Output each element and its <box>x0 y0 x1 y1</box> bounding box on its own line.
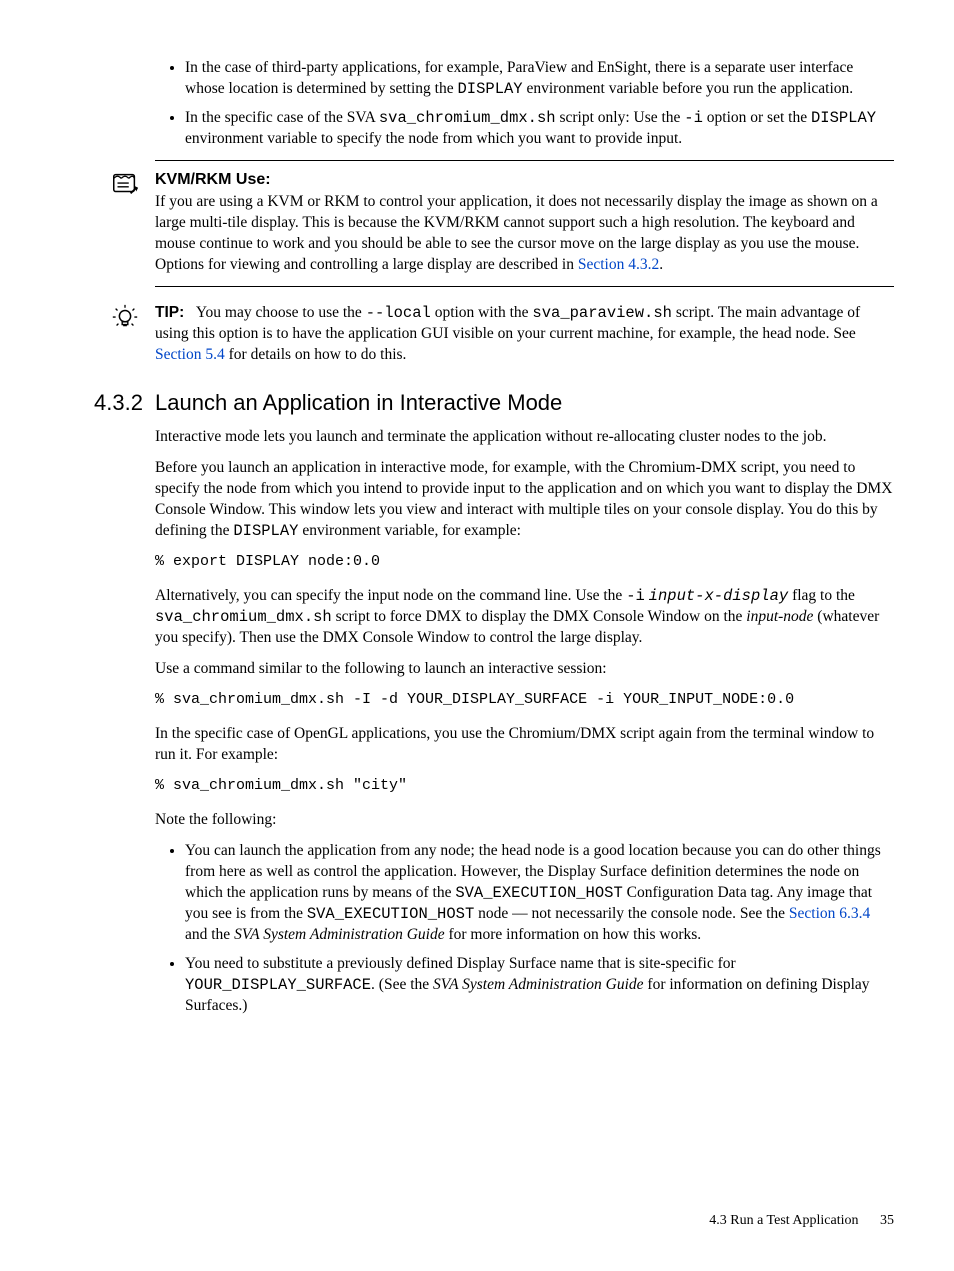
inline-code: sva_chromium_dmx.sh <box>155 608 332 626</box>
paragraph: Alternatively, you can specify the input… <box>155 586 894 649</box>
kvm-note: KVM/RKM Use: If you are using a KVM or R… <box>155 169 894 287</box>
text: environment variable, for example: <box>298 522 521 539</box>
list-item: In the case of third-party applications,… <box>185 58 894 100</box>
kvm-body: If you are using a KVM or RKM to control… <box>155 192 894 276</box>
section-body: Interactive mode lets you launch and ter… <box>155 427 894 1016</box>
inline-code: DISPLAY <box>457 80 522 98</box>
inline-code: DISPLAY <box>233 522 298 540</box>
kvm-heading: KVM/RKM Use: <box>155 169 894 191</box>
footer-page-number: 35 <box>880 1213 894 1228</box>
paragraph: Use a command similar to the following t… <box>155 659 894 680</box>
italic-text: SVA System Administration Guide <box>234 926 445 943</box>
inline-code: -i <box>684 109 703 127</box>
footer-section: 4.3 Run a Test Application <box>709 1213 858 1228</box>
text: environment variable to specify the node… <box>185 130 682 147</box>
text: for details on how to do this. <box>225 346 407 363</box>
tip-block: TIP: You may choose to use the --local o… <box>155 303 894 366</box>
note-icon <box>110 169 140 199</box>
section-number: 4.3.2 <box>60 388 155 418</box>
section-link[interactable]: Section 6.3.4 <box>789 905 870 922</box>
code-block: % sva_chromium_dmx.sh -I -d YOUR_DISPLAY… <box>155 690 894 710</box>
text: In the specific case of the SVA <box>185 109 379 126</box>
text: node — not necessarily the console node.… <box>474 905 789 922</box>
inline-code: SVA_EXECUTION_HOST <box>455 884 622 902</box>
text: for more information on how this works. <box>445 926 702 943</box>
inline-code: -i <box>626 587 645 605</box>
paragraph: Interactive mode lets you launch and ter… <box>155 427 894 448</box>
divider <box>155 286 894 287</box>
tip-body: TIP: You may choose to use the --local o… <box>155 303 894 366</box>
italic-text: input-node <box>746 608 813 625</box>
list-item: You need to substitute a previously defi… <box>185 954 894 1017</box>
page-footer: 4.3 Run a Test Application 35 <box>709 1212 894 1231</box>
inline-code: sva_paraview.sh <box>532 304 672 322</box>
text: script to force DMX to display the DMX C… <box>332 608 747 625</box>
divider <box>155 160 894 161</box>
text: option or set the <box>703 109 811 126</box>
text: You need to substitute a previously defi… <box>185 955 736 972</box>
text: If you are using a KVM or RKM to control… <box>155 193 878 273</box>
section-title: Launch an Application in Interactive Mod… <box>155 388 562 418</box>
text: . <box>659 256 663 273</box>
text: Alternatively, you can specify the input… <box>155 587 626 604</box>
code-block: % sva_chromium_dmx.sh "city" <box>155 776 894 796</box>
code-block: % export DISPLAY node:0.0 <box>155 552 894 572</box>
text: script only: Use the <box>556 109 685 126</box>
section-link[interactable]: Section 5.4 <box>155 346 225 363</box>
notes-bullet-list: You can launch the application from any … <box>155 841 894 1016</box>
list-item: You can launch the application from any … <box>185 841 894 946</box>
inline-code: --local <box>366 304 431 322</box>
inline-code-italic: input-x-display <box>649 587 789 605</box>
intro-bullet-list: In the case of third-party applications,… <box>155 58 894 150</box>
paragraph: Before you launch an application in inte… <box>155 458 894 542</box>
paragraph: In the specific case of OpenGL applicati… <box>155 724 894 766</box>
section-link[interactable]: Section 4.3.2 <box>578 256 659 273</box>
inline-code: sva_chromium_dmx.sh <box>379 109 556 127</box>
inline-code: YOUR_DISPLAY_SURFACE <box>185 976 371 994</box>
text: . (See the <box>371 976 433 993</box>
text: flag to the <box>788 587 855 604</box>
inline-code: SVA_EXECUTION_HOST <box>307 905 474 923</box>
text: option with the <box>431 304 533 321</box>
inline-code: DISPLAY <box>811 109 876 127</box>
text: You may choose to use the <box>196 304 366 321</box>
intro-bullets-block: In the case of third-party applications,… <box>155 58 894 161</box>
text: environment variable before you run the … <box>523 80 854 97</box>
lightbulb-icon <box>110 303 140 333</box>
italic-text: SVA System Administration Guide <box>433 976 644 993</box>
text: and the <box>185 926 234 943</box>
paragraph: Note the following: <box>155 810 894 831</box>
section-heading: 4.3.2 Launch an Application in Interacti… <box>60 388 894 418</box>
tip-label: TIP: <box>155 304 184 321</box>
page: In the case of third-party applications,… <box>0 0 954 1271</box>
list-item: In the specific case of the SVA sva_chro… <box>185 108 894 150</box>
